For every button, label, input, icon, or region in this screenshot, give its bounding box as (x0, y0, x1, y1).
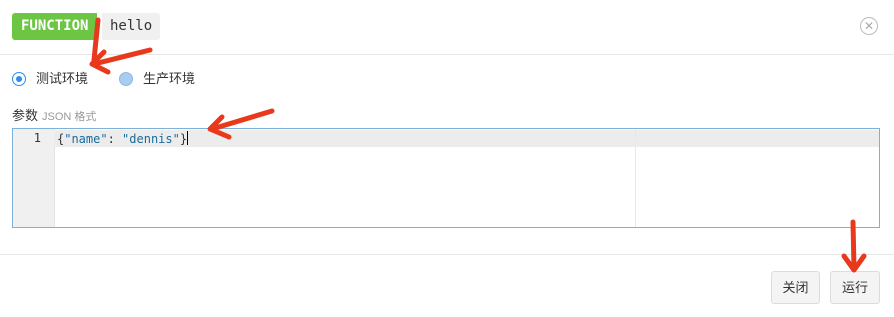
radio-checked-icon (12, 72, 26, 86)
editor-gutter: 1 (13, 129, 55, 227)
code-close-brace: } (179, 132, 188, 146)
function-badge: FUNCTION (12, 13, 98, 40)
params-code-editor[interactable]: 1 {"name": "dennis"} (12, 128, 880, 228)
function-name: hello (102, 13, 161, 40)
line-number: 1 (33, 131, 41, 145)
code-line[interactable]: {"name": "dennis"} (57, 131, 189, 146)
close-button[interactable]: 关闭 (771, 271, 820, 304)
code-key: "name" (64, 132, 108, 146)
print-margin (635, 129, 636, 227)
modal-footer: 关闭 运行 (0, 254, 894, 317)
params-title: 参数 (12, 108, 39, 123)
radio-unchecked-icon (119, 72, 133, 86)
radio-label-test-env: 测试环境 (36, 71, 89, 86)
text-cursor (187, 131, 189, 145)
params-label: 参数 JSON 格式 (12, 105, 96, 124)
close-icon[interactable]: ✕ (860, 17, 878, 35)
radio-label-prod-env: 生产环境 (143, 71, 196, 86)
run-button[interactable]: 运行 (830, 271, 880, 304)
modal-header: FUNCTION hello ✕ (0, 0, 894, 55)
params-hint: JSON 格式 (42, 111, 97, 123)
code-value: "dennis" (122, 132, 180, 146)
code-separator: : (107, 132, 123, 146)
